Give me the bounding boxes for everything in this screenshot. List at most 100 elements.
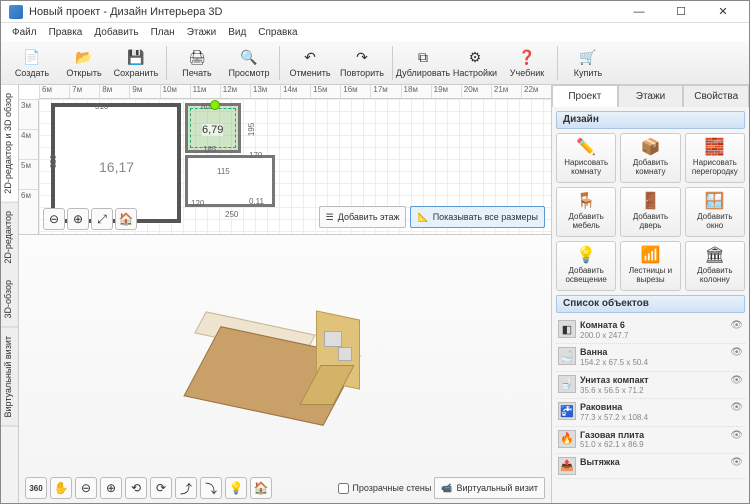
add-column-button[interactable]: 🏛Добавить колонну	[685, 241, 745, 291]
draw-room-button[interactable]: ✏️Нарисовать комнату	[556, 133, 616, 183]
object-thumb: 🚽	[558, 375, 576, 393]
print-button[interactable]: 🖨Печать	[172, 43, 222, 83]
open-icon: 📂	[74, 47, 94, 67]
preview-button[interactable]: 🔍Просмотр	[224, 43, 274, 83]
undo-button[interactable]: ↶Отменить	[285, 43, 335, 83]
separator	[166, 46, 167, 80]
tools-grid: ✏️Нарисовать комнату📦Добавить комнату🧱На…	[556, 129, 745, 295]
view-3d[interactable]: 360 ✋ ⊖ ⊕ ⟲ ⟳ ⤴ ⤵ 💡 🏠 Прозрачные стены 📹…	[19, 235, 551, 503]
duplicate-icon: ⧉	[413, 47, 433, 67]
add-column-icon: 🏛	[705, 247, 725, 265]
tilt-down-button[interactable]: ⤵	[200, 477, 222, 499]
show-dims-button[interactable]: 📐Показывать все размеры	[410, 206, 545, 228]
zoom-in-3d-button[interactable]: ⊕	[100, 477, 122, 499]
view-2d[interactable]: 6м7м8м9м10м11м12м13м14м15м16м17м18м19м20…	[19, 85, 551, 235]
menu-добавить[interactable]: Добавить	[89, 25, 143, 40]
object-name: Комната 6	[580, 320, 625, 330]
menubar: ФайлПравкаДобавитьПланЭтажиВидСправка	[1, 23, 749, 41]
rotate-right-button[interactable]: ⟳	[150, 477, 172, 499]
ruler-tick: 12м	[220, 85, 250, 98]
visibility-toggle[interactable]: 👁	[730, 375, 743, 386]
duplicate-button[interactable]: ⧉Дублировать	[398, 43, 448, 83]
rtab-свойства[interactable]: Свойства	[683, 85, 749, 107]
buy-button[interactable]: 🛒Купить	[563, 43, 613, 83]
object-item[interactable]: 📤Вытяжка👁	[556, 454, 745, 479]
vtab-0[interactable]: 2D-редактор и 3D обзор	[1, 85, 18, 203]
object-list[interactable]: ◧Комната 6200.0 x 247.7👁🛁Ванна154.2 x 67…	[552, 317, 749, 503]
room-main[interactable]: 16,17	[51, 103, 181, 223]
zoom-out-3d-button[interactable]: ⊖	[75, 477, 97, 499]
transparent-walls-checkbox[interactable]: Прозрачные стены	[338, 483, 431, 494]
add-door-button[interactable]: 🚪Добавить дверь	[620, 187, 680, 237]
dim-label: 250	[225, 210, 238, 219]
object-dimensions: 35.6 x 56.5 x 71.2	[580, 386, 726, 396]
dim-label: 170	[249, 151, 262, 160]
zoom-fit-button[interactable]: ⤢	[91, 208, 113, 230]
add-floor-button[interactable]: ☰Добавить этаж	[319, 206, 407, 228]
add-light-button[interactable]: 💡Добавить освещение	[556, 241, 616, 291]
help-button[interactable]: ❓Учебник	[502, 43, 552, 83]
rotate-360-button[interactable]: 360	[25, 477, 47, 499]
object-item[interactable]: 🚰Раковина77.3 x 57.2 x 108.4👁	[556, 399, 745, 426]
ruler-tick: 18м	[401, 85, 431, 98]
model-3d[interactable]	[190, 299, 380, 439]
visibility-toggle[interactable]: 👁	[730, 320, 743, 331]
object-item[interactable]: 🛁Ванна154.2 x 67.5 x 50.4👁	[556, 344, 745, 371]
dim-label: 320	[49, 155, 58, 168]
pan-button[interactable]: ✋	[50, 477, 72, 499]
zoom-out-button[interactable]: ⊖	[43, 208, 65, 230]
settings-button[interactable]: ⚙Настройки	[450, 43, 500, 83]
object-item[interactable]: 🚽Унитаз компакт35.6 x 56.5 x 71.2👁	[556, 372, 745, 399]
stairs-button[interactable]: 📶Лестницы и вырезы	[620, 241, 680, 291]
draw-partition-button[interactable]: 🧱Нарисовать перегородку	[685, 133, 745, 183]
add-window-button[interactable]: 🪟Добавить окно	[685, 187, 745, 237]
zoom-in-button[interactable]: ⊕	[67, 208, 89, 230]
menu-файл[interactable]: Файл	[7, 25, 42, 40]
vtab-1[interactable]: 2D-редактор	[1, 203, 18, 273]
redo-button[interactable]: ↷Повторить	[337, 43, 387, 83]
tilt-up-button[interactable]: ⤴	[175, 477, 197, 499]
ruler-tick: 8м	[99, 85, 129, 98]
object-dimensions: 154.2 x 67.5 x 50.4	[580, 358, 726, 368]
visibility-toggle[interactable]: 👁	[730, 457, 743, 468]
rtab-этажи[interactable]: Этажи	[618, 85, 684, 107]
ruler-tick: 3м	[19, 99, 38, 129]
maximize-button[interactable]: ☐	[663, 3, 699, 21]
create-button[interactable]: 📄Создать	[7, 43, 57, 83]
home-3d-button[interactable]: 🏠	[250, 477, 272, 499]
light-button[interactable]: 💡	[225, 477, 247, 499]
vtab-2[interactable]: 3D-обзор	[1, 272, 18, 328]
close-button[interactable]: ✕	[705, 3, 741, 21]
pin-icon[interactable]	[210, 100, 220, 110]
add-furniture-button[interactable]: 🪑Добавить мебель	[556, 187, 616, 237]
object-item[interactable]: ◧Комната 6200.0 x 247.7👁	[556, 317, 745, 344]
visibility-toggle[interactable]: 👁	[730, 347, 743, 358]
open-button[interactable]: 📂Открыть	[59, 43, 109, 83]
virtual-visit-button[interactable]: 📹Виртуальный визит	[434, 477, 545, 499]
right-panel: ПроектЭтажиСвойства Дизайн ✏️Нарисовать …	[551, 85, 749, 503]
visibility-toggle[interactable]: 👁	[730, 430, 743, 441]
minimize-button[interactable]: —	[621, 3, 657, 21]
object-item[interactable]: 🔥Газовая плита51.0 x 62.1 x 86.9👁	[556, 427, 745, 454]
app-icon	[9, 5, 23, 19]
separator	[392, 46, 393, 80]
menu-этажи[interactable]: Этажи	[182, 25, 222, 40]
rtab-проект[interactable]: Проект	[552, 85, 618, 107]
menu-справка[interactable]: Справка	[253, 25, 302, 40]
menu-вид[interactable]: Вид	[223, 25, 251, 40]
add-room-button[interactable]: 📦Добавить комнату	[620, 133, 680, 183]
rotate-left-button[interactable]: ⟲	[125, 477, 147, 499]
home-button[interactable]: 🏠	[115, 208, 137, 230]
object-thumb: 🔥	[558, 430, 576, 448]
floor-plan[interactable]: 16,17 310 320 6,79 80 195 185 170 115	[51, 103, 281, 225]
menu-правка[interactable]: Правка	[44, 25, 88, 40]
add-room-icon: 📦	[641, 139, 661, 157]
object-thumb: 🛁	[558, 347, 576, 365]
vtab-3[interactable]: Виртуальный визит	[1, 328, 18, 426]
menu-план[interactable]: План	[146, 25, 180, 40]
ruler-tick: 17м	[370, 85, 400, 98]
visibility-toggle[interactable]: 👁	[730, 402, 743, 413]
dim-label: 0,11	[249, 197, 264, 206]
save-button[interactable]: 💾Сохранить	[111, 43, 161, 83]
objects-header: Список объектов	[556, 295, 745, 313]
